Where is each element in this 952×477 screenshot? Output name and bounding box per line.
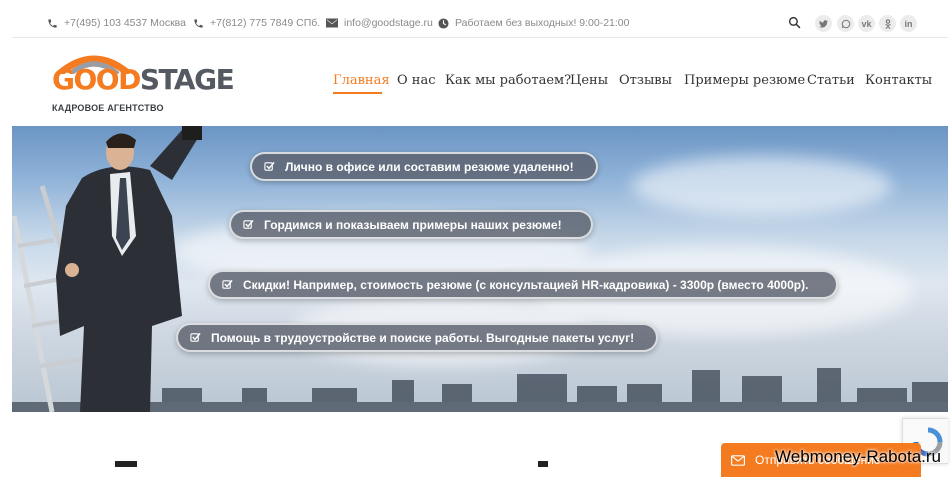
phone-moscow-text: +7(495) 103 4537 Москва [64,17,186,29]
envelope-icon [731,454,745,466]
nav-about[interactable]: О нас [397,73,436,88]
businessman-illustration [56,126,202,412]
email-link[interactable]: info@goodstage.ru [326,17,433,29]
odnoklassniki-icon[interactable] [879,15,896,32]
twitter-icon[interactable] [815,15,832,32]
phone-icon [194,18,203,28]
nav-resume-examples[interactable]: Примеры резюме [684,73,805,88]
section-heading-fragment [115,461,137,467]
watermark: Webmoney-Rabota.ru [775,447,941,466]
checkbox-icon [264,161,275,171]
phone-moscow[interactable]: +7(495) 103 4537 Москва [47,17,186,29]
nav-articles[interactable]: Статьи [807,73,855,88]
working-hours-text: Работаем без выходных! 9:00-21:00 [455,17,630,29]
nav-active-underline [333,92,382,94]
top-bar-divider [12,37,948,38]
phone-spb[interactable]: +7(812) 775 7849 СПб. [193,17,320,29]
hero-pill-text: Скидки! Например, стоимость резюме (с ко… [243,277,809,292]
checkbox-icon [190,332,201,342]
hero-pill-text: Лично в офисе или составим резюме удален… [285,159,574,174]
phone-icon [48,18,57,28]
envelope-icon [326,18,338,28]
top-bar: +7(495) 103 4537 Москва +7(812) 775 7849… [0,0,952,38]
hero-banner: Лично в офисе или составим резюме удален… [12,126,948,412]
nav-how-we-work[interactable]: Как мы работаем? [445,73,571,88]
logo-word-stage: STAGE [139,63,235,96]
hero-pill-discounts[interactable]: Скидки! Например, стоимость резюме (с ко… [208,270,838,299]
working-hours: Работаем без выходных! 9:00-21:00 [438,17,630,29]
linkedin-icon[interactable]: in [900,15,917,32]
nav-home[interactable]: Главная [333,73,390,88]
section-heading-fragment [538,461,548,467]
hero-pill-text: Помощь в трудоустройстве и поиске работы… [211,330,635,345]
vk-icon[interactable]: vk [858,15,875,32]
nav-prices[interactable]: Цены [570,73,608,88]
nav-reviews[interactable]: Отзывы [619,73,672,88]
clock-icon [438,17,449,29]
logo[interactable]: GOODSTAGE КАДРОВОЕ АГЕНТСТВО [50,52,235,116]
hero-pill-job-search[interactable]: Помощь в трудоустройстве и поиске работы… [176,323,658,352]
logo-wordmark: GOODSTAGE [52,63,235,96]
search-icon [788,16,801,29]
email-text: info@goodstage.ru [344,17,433,29]
search-button[interactable] [788,16,801,34]
logo-word-good: GOOD [52,63,141,96]
phone-spb-text: +7(812) 775 7849 СПб. [210,17,321,29]
checkbox-icon [222,279,233,289]
nav-contacts[interactable]: Контакты [865,73,932,88]
hero-pill-remote[interactable]: Лично в офисе или составим резюме удален… [250,152,598,181]
checkbox-icon [243,219,254,229]
logo-subtitle: КАДРОВОЕ АГЕНТСТВО [52,103,164,113]
hero-pill-examples[interactable]: Гордимся и показываем примеры наших резю… [229,210,593,239]
hero-pill-text: Гордимся и показываем примеры наших резю… [264,217,562,232]
whatsapp-icon[interactable] [837,15,854,32]
